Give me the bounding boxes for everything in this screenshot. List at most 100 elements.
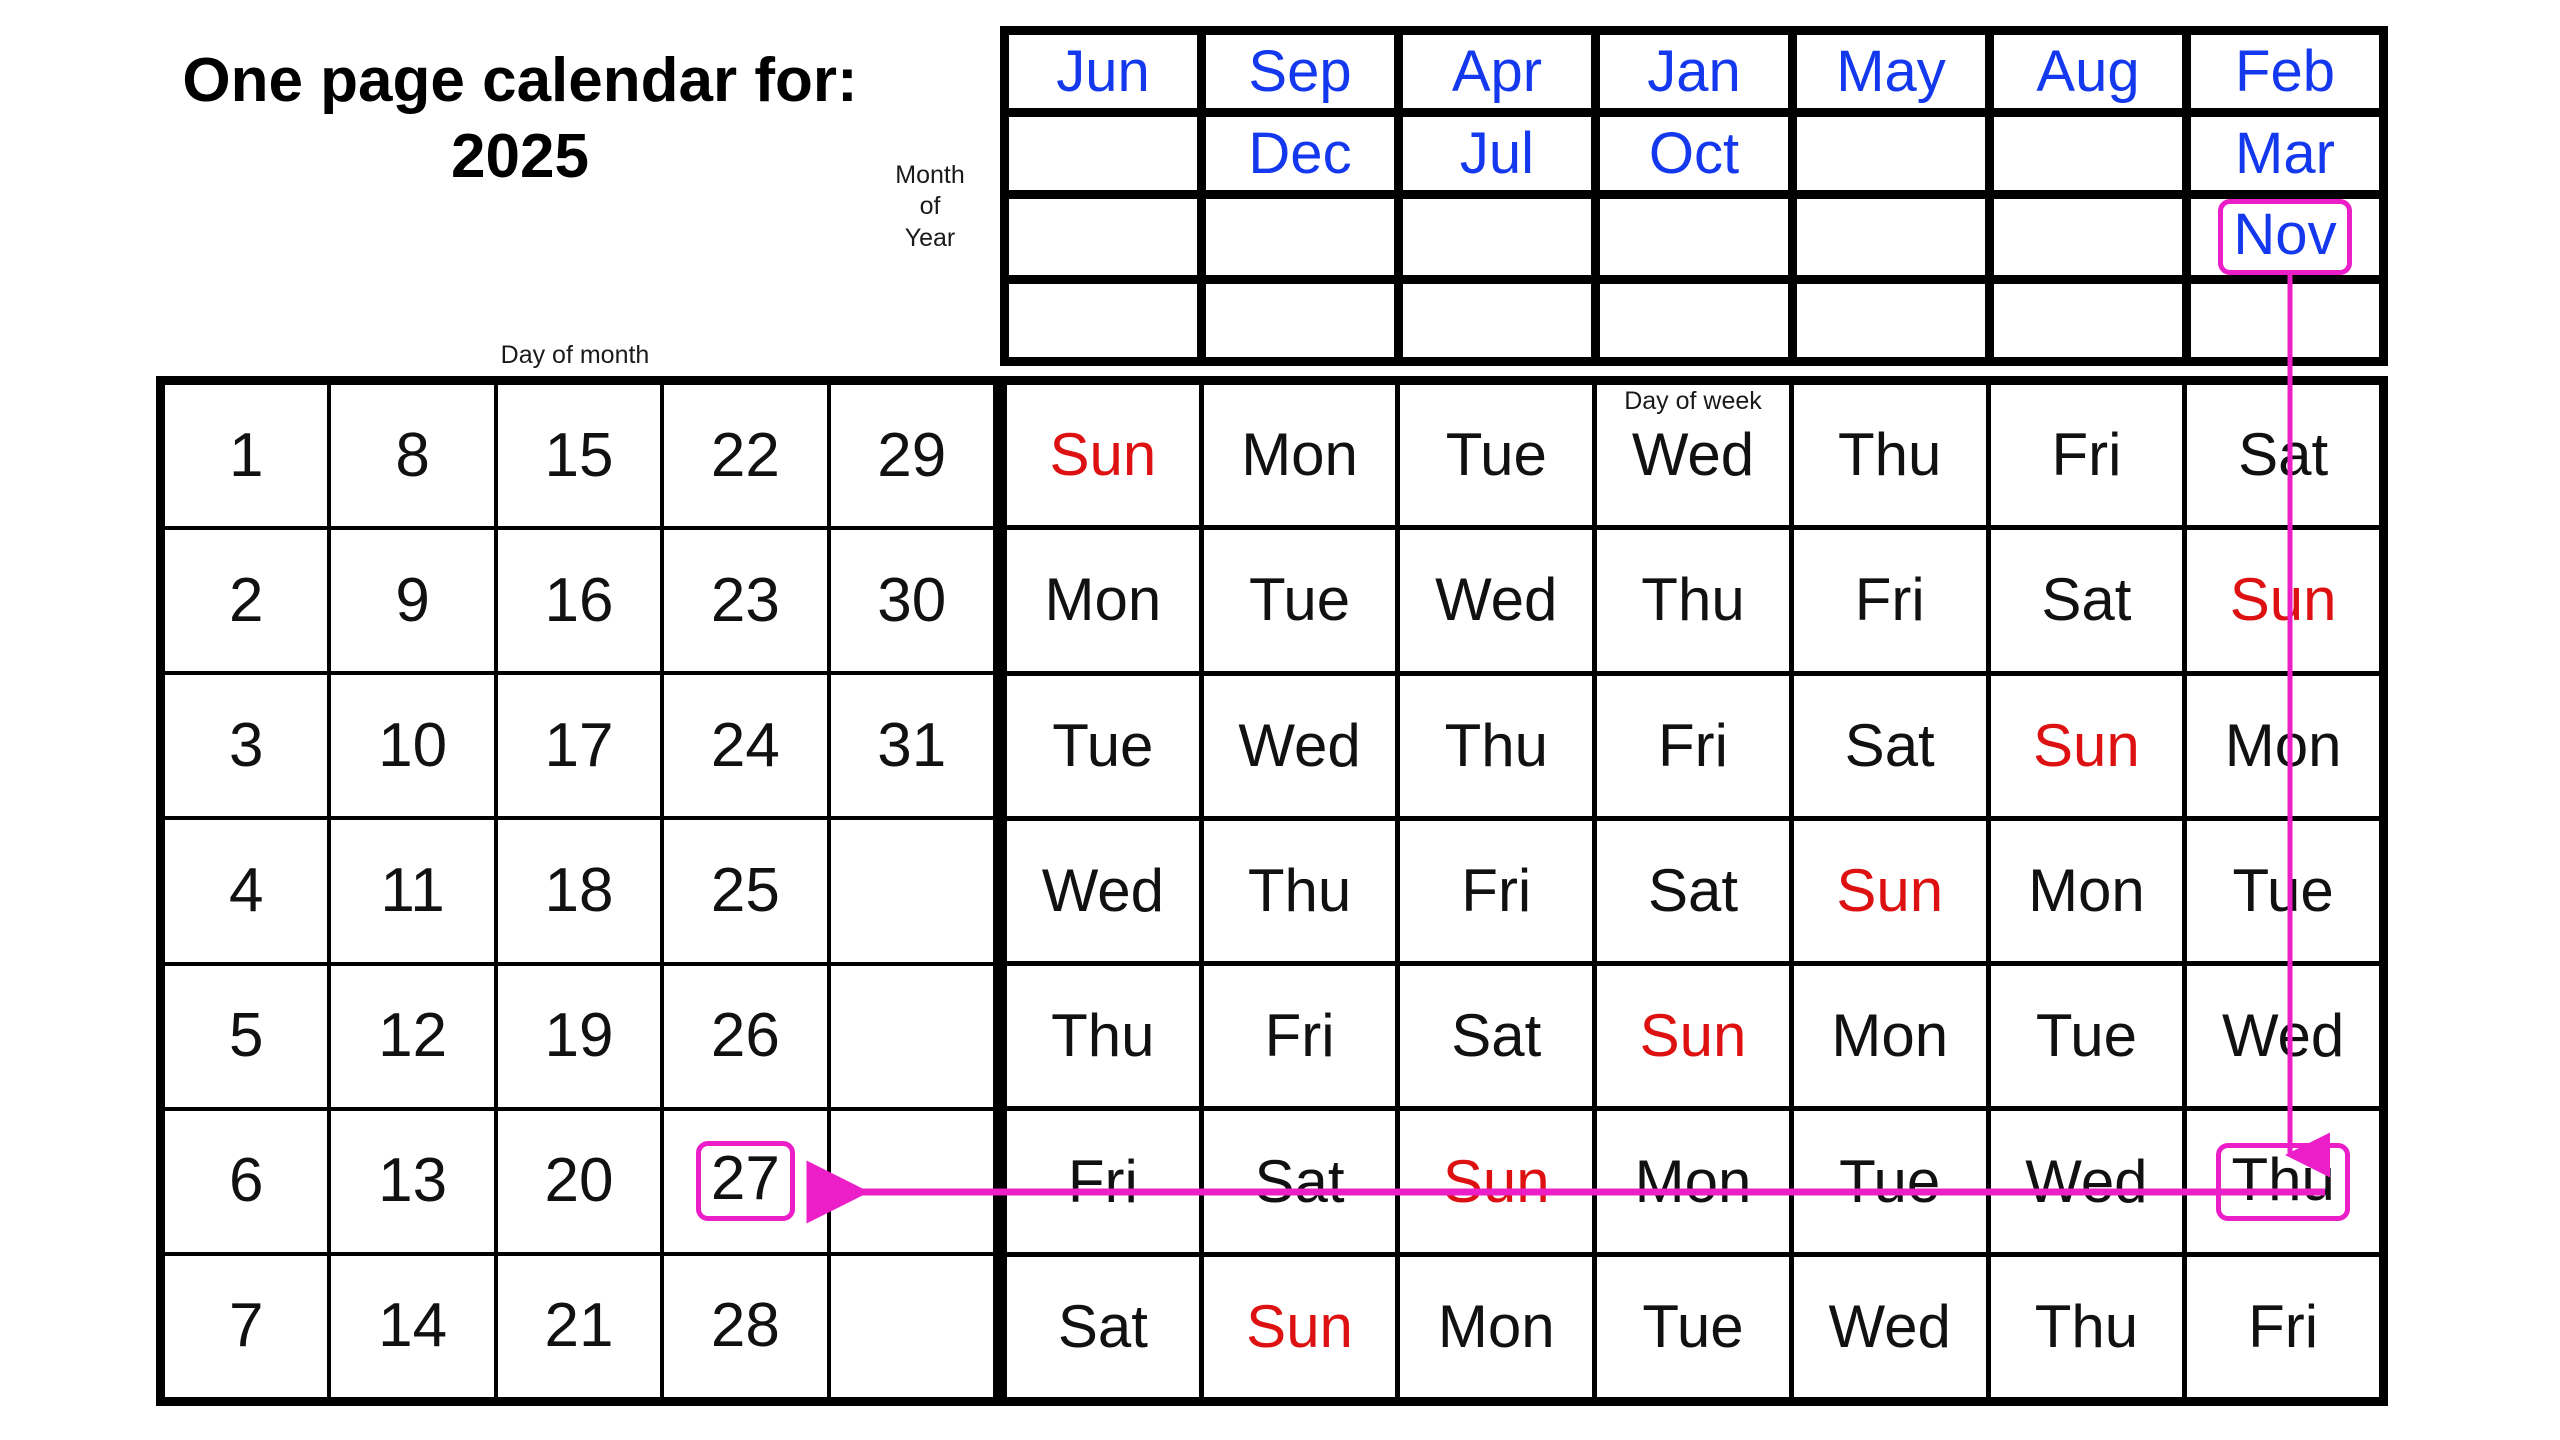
month-cell[interactable] (1797, 199, 1985, 275)
day-of-week-cell[interactable]: Mon (2187, 675, 2379, 816)
day-of-month-cell[interactable]: 22 (664, 385, 827, 527)
month-cell[interactable]: Feb (2191, 35, 2379, 108)
day-of-month-cell[interactable]: 17 (497, 675, 661, 817)
day-of-week-cell[interactable]: Thu (1793, 385, 1986, 526)
day-of-month-cell[interactable]: 2 (165, 530, 328, 672)
day-of-month-cell[interactable]: 21 (497, 1255, 661, 1397)
day-of-week-cell-highlighted-thu[interactable]: Thu (2187, 1111, 2379, 1252)
month-cell[interactable] (2191, 284, 2379, 357)
day-of-week-cell[interactable]: Fri (1990, 385, 2183, 526)
month-cell[interactable] (1206, 284, 1394, 357)
day-of-week-cell[interactable]: Sun (1400, 1111, 1593, 1252)
day-of-week-cell[interactable]: Tue (1007, 675, 1199, 816)
month-cell[interactable] (1797, 117, 1985, 190)
day-of-week-cell[interactable]: Tue (1990, 966, 2183, 1107)
month-cell[interactable] (1403, 284, 1591, 357)
month-cell[interactable] (1994, 199, 2182, 275)
day-of-month-cell[interactable]: 28 (664, 1255, 827, 1397)
day-of-week-cell[interactable]: Sat (1990, 530, 2183, 671)
month-cell[interactable]: Jan (1600, 35, 1788, 108)
day-of-week-cell[interactable]: Sat (2187, 385, 2379, 526)
month-cell[interactable]: May (1797, 35, 1985, 108)
day-of-month-cell[interactable]: 23 (664, 530, 827, 672)
day-of-month-cell[interactable]: 9 (331, 530, 494, 672)
day-of-month-cell[interactable]: 6 (165, 1110, 328, 1252)
day-of-month-cell[interactable]: 1 (165, 385, 328, 527)
month-cell[interactable] (1403, 199, 1591, 275)
month-cell[interactable] (1009, 284, 1197, 357)
day-of-month-cell[interactable]: 31 (830, 675, 993, 817)
day-of-week-cell[interactable]: Thu (1007, 966, 1199, 1107)
day-of-month-cell[interactable] (830, 1255, 993, 1397)
month-cell[interactable]: Jul (1403, 117, 1591, 190)
month-cell[interactable] (1600, 284, 1788, 357)
day-of-week-cell[interactable]: Wed (1007, 820, 1199, 962)
day-of-week-cell[interactable]: Thu (1990, 1256, 2183, 1397)
day-of-week-cell[interactable]: Mon (1400, 1256, 1593, 1397)
day-of-week-cell[interactable]: Wed (2187, 966, 2379, 1107)
day-of-month-cell[interactable]: 15 (497, 385, 661, 527)
day-of-week-cell[interactable]: Tue (2187, 820, 2379, 962)
day-of-month-cell[interactable] (830, 820, 993, 962)
day-of-week-cell[interactable]: Fri (1793, 530, 1986, 671)
day-of-week-cell[interactable]: Tue (1400, 385, 1593, 526)
day-of-week-cell[interactable]: Wed (1990, 1111, 2183, 1252)
month-cell[interactable] (1009, 117, 1197, 190)
month-cell[interactable] (1797, 284, 1985, 357)
month-cell[interactable]: Oct (1600, 117, 1788, 190)
day-of-month-cell[interactable]: 12 (331, 965, 494, 1107)
month-cell[interactable]: Mar (2191, 117, 2379, 190)
day-of-month-cell[interactable] (830, 965, 993, 1107)
day-of-week-cell[interactable]: Mon (1203, 385, 1396, 526)
day-of-month-cell[interactable]: 18 (497, 820, 661, 962)
month-cell[interactable] (1994, 284, 2182, 357)
day-of-week-cell[interactable]: Sat (1597, 820, 1789, 962)
day-of-week-cell[interactable]: Mon (1793, 966, 1986, 1107)
month-cell[interactable]: Apr (1403, 35, 1591, 108)
month-cell[interactable] (1009, 199, 1197, 275)
month-cell[interactable]: Aug (1994, 35, 2182, 108)
day-of-week-cell[interactable]: Tue (1203, 530, 1396, 671)
month-cell[interactable] (1600, 199, 1788, 275)
day-of-week-cell[interactable]: Sun (1597, 966, 1789, 1107)
day-of-month-cell[interactable]: 14 (331, 1255, 494, 1397)
day-of-month-cell[interactable]: 20 (497, 1110, 661, 1252)
day-of-week-cell[interactable]: Fri (1007, 1111, 1199, 1252)
day-of-month-cell[interactable]: 4 (165, 820, 328, 962)
day-of-week-cell[interactable]: Day of week Wed (1597, 385, 1789, 526)
day-of-week-cell[interactable]: Fri (1597, 675, 1789, 816)
day-of-month-cell[interactable]: 3 (165, 675, 328, 817)
day-of-week-cell[interactable]: Sun (2187, 530, 2379, 671)
day-of-month-cell[interactable]: 7 (165, 1255, 328, 1397)
day-of-week-cell[interactable]: Mon (1007, 530, 1199, 671)
day-of-week-cell[interactable]: Sun (1793, 820, 1986, 962)
day-of-week-cell[interactable]: Tue (1597, 1256, 1789, 1397)
month-cell[interactable]: Jun (1009, 35, 1197, 108)
day-of-week-cell[interactable]: Fri (2187, 1256, 2379, 1397)
day-of-week-cell[interactable]: Sun (1203, 1256, 1396, 1397)
day-of-week-cell[interactable]: Mon (1990, 820, 2183, 962)
day-of-week-cell[interactable]: Thu (1400, 675, 1593, 816)
day-of-week-cell[interactable]: Sat (1793, 675, 1986, 816)
month-cell[interactable] (1206, 199, 1394, 275)
day-of-week-cell[interactable]: Wed (1793, 1256, 1986, 1397)
day-of-month-cell[interactable]: 11 (331, 820, 494, 962)
day-of-week-cell[interactable]: Mon (1597, 1111, 1789, 1252)
month-cell-highlighted-nov[interactable]: Nov (2191, 199, 2379, 275)
day-of-week-cell[interactable]: Sat (1203, 1111, 1396, 1252)
day-of-month-cell[interactable]: 10 (331, 675, 494, 817)
day-of-month-cell-highlighted-27[interactable]: 27 (664, 1110, 827, 1252)
day-of-month-cell[interactable]: 16 (497, 530, 661, 672)
month-cell[interactable] (1994, 117, 2182, 190)
day-of-week-cell[interactable]: Sun (1007, 385, 1199, 526)
day-of-week-cell[interactable]: Tue (1793, 1111, 1986, 1252)
day-of-month-cell[interactable]: 13 (331, 1110, 494, 1252)
day-of-month-cell[interactable]: 26 (664, 965, 827, 1107)
day-of-week-cell[interactable]: Sat (1007, 1256, 1199, 1397)
month-cell[interactable]: Sep (1206, 35, 1394, 108)
day-of-month-cell[interactable]: 24 (664, 675, 827, 817)
day-of-month-cell[interactable]: 19 (497, 965, 661, 1107)
day-of-month-cell[interactable]: 30 (830, 530, 993, 672)
day-of-week-cell[interactable]: Wed (1400, 530, 1593, 671)
day-of-month-cell[interactable]: 8 (331, 385, 494, 527)
